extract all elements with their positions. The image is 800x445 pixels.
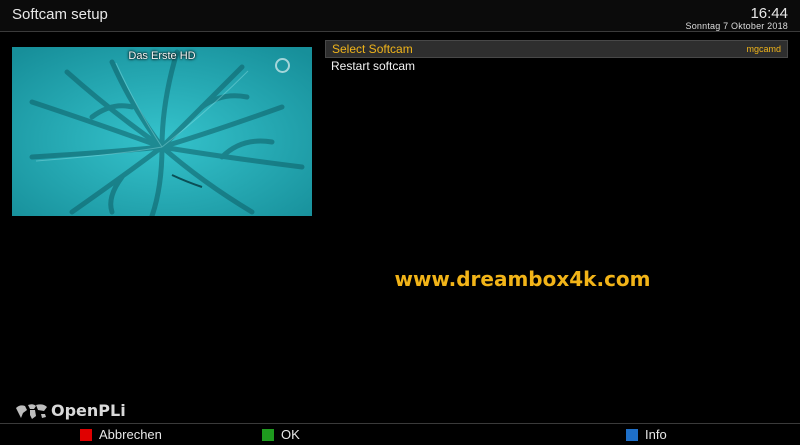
softcam-value: mgcamd [746, 44, 781, 54]
red-key-label: Abbrechen [99, 427, 162, 442]
menu-item-label: Select Softcam [332, 42, 413, 56]
menu-item-label: Restart softcam [331, 59, 416, 73]
tv-preview: Das Erste HD [12, 47, 312, 216]
green-button-icon [262, 429, 274, 441]
blue-button-icon [626, 429, 638, 441]
watermark: www.dreambox4k.com [394, 267, 651, 291]
menu-item-restart-softcam[interactable]: Restart softcam [325, 58, 788, 74]
green-key-label: OK [281, 427, 300, 442]
softcam-menu: Select Softcam mgcamd Restart softcam [325, 40, 788, 74]
brand-name: OpenPLi [51, 401, 126, 420]
blue-key-label: Info [645, 427, 667, 442]
clock: 16:44 [750, 5, 788, 22]
menu-item-select-softcam[interactable]: Select Softcam mgcamd [325, 40, 788, 58]
video-picture [12, 47, 312, 216]
channel-name: Das Erste HD [128, 50, 196, 62]
title-bar: Softcam setup 16:44 Sonntag 7 Oktober 20… [0, 0, 800, 32]
world-map-icon [16, 404, 47, 419]
footer-divider [0, 423, 800, 424]
red-button-icon [80, 429, 92, 441]
screen-title: Softcam setup [12, 6, 108, 23]
channel-logo-icon [275, 58, 290, 73]
date: Sonntag 7 Oktober 2018 [685, 21, 788, 31]
